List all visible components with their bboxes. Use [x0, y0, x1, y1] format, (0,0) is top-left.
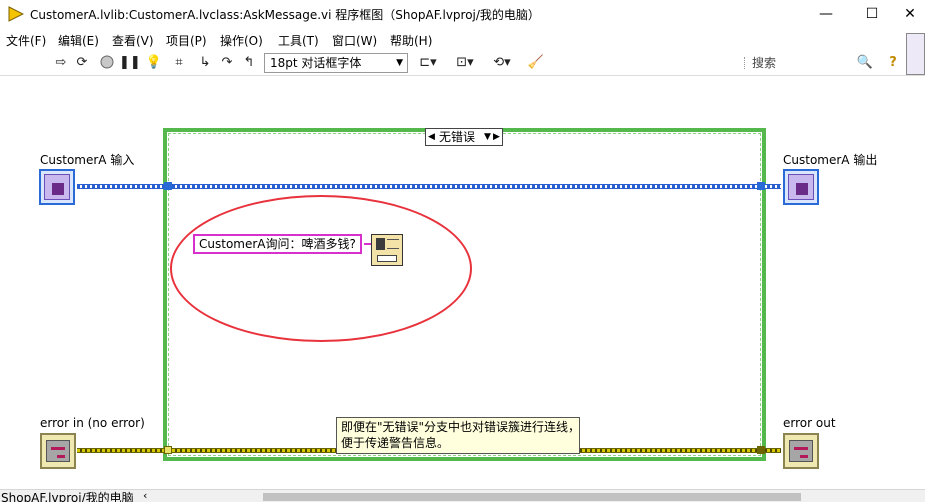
step-out-icon[interactable]: ↰: [240, 54, 258, 72]
labview-app-icon: [8, 6, 24, 22]
case-prev-icon[interactable]: ◀: [427, 129, 436, 145]
font-select-value: 18pt 对话框字体: [270, 56, 362, 70]
block-diagram[interactable]: ◀ 无错误 ▼ ▶ CustomerA 输入 CustomerA 输出 erro…: [0, 77, 925, 489]
close-button[interactable]: ✕: [900, 4, 920, 24]
menu-window[interactable]: 窗口(W): [332, 32, 377, 49]
case-selector-value: 无错误: [439, 130, 476, 144]
project-path: ShopAF.lvproj/我的电脑: [1, 491, 134, 502]
class-wire[interactable]: [77, 184, 781, 189]
chevron-down-icon: ▼: [396, 58, 403, 68]
error-in-terminal[interactable]: [40, 433, 76, 469]
class-input-tunnel[interactable]: [164, 182, 172, 190]
window-title: CustomerA.lvlib:CustomerA.lvclass:AskMes…: [30, 8, 540, 22]
error-out-label: error out: [783, 416, 836, 430]
class-out-label: CustomerA 输出: [783, 153, 878, 167]
reorder-icon[interactable]: ⟲▾: [489, 54, 515, 72]
menu-view[interactable]: 查看(V): [112, 32, 154, 49]
font-select[interactable]: 18pt 对话框字体 ▼: [264, 53, 408, 73]
pause-icon[interactable]: ❚❚: [119, 54, 141, 72]
error-input-tunnel[interactable]: [164, 446, 172, 454]
title-bar: CustomerA.lvlib:CustomerA.lvclass:AskMes…: [0, 0, 925, 28]
highlight-ellipse: [170, 195, 472, 342]
error-out-terminal[interactable]: [783, 433, 819, 469]
run-arrow-icon[interactable]: ⇨: [52, 54, 70, 72]
menu-bar: 文件(F) 编辑(E) 查看(V) 项目(P) 操作(O) 工具(T) 窗口(W…: [0, 28, 925, 50]
clean-up-diagram-icon[interactable]: 🧹: [524, 54, 548, 72]
class-icon: [44, 174, 70, 200]
menu-operate[interactable]: 操作(O): [220, 32, 263, 49]
chevron-down-icon[interactable]: ▼: [484, 129, 491, 145]
class-in-terminal[interactable]: [39, 169, 75, 205]
menu-tools[interactable]: 工具(T): [278, 32, 319, 49]
case-selector[interactable]: ◀ 无错误 ▼ ▶: [425, 128, 503, 146]
scroll-left-icon[interactable]: ‹: [143, 489, 147, 502]
status-bar: ShopAF.lvproj/我的电脑 ‹: [0, 489, 925, 502]
menu-help[interactable]: 帮助(H): [390, 32, 432, 49]
minimize-button[interactable]: —: [816, 4, 836, 24]
error-output-tunnel[interactable]: [757, 446, 765, 454]
step-over-icon[interactable]: ↷: [218, 54, 236, 72]
class-output-tunnel[interactable]: [757, 182, 765, 190]
class-icon: [788, 174, 814, 200]
error-cluster-icon: [789, 440, 813, 462]
abort-icon[interactable]: [98, 54, 116, 72]
menu-edit[interactable]: 编辑(E): [58, 32, 99, 49]
class-in-label: CustomerA 输入: [40, 153, 135, 167]
free-label-comment[interactable]: 即便在"无错误"分支中也对错误簇进行连线， 便于传递警告信息。: [336, 417, 580, 454]
toolbar: ⇨ ⟳ ❚❚ 💡 ⌗ ↳ ↷ ↰ 18pt 对话框字体 ▼ ⊏▾ ⊡▾ ⟲▾ 🧹…: [0, 50, 925, 76]
error-cluster-icon: [46, 440, 70, 462]
retain-wire-values-icon[interactable]: ⌗: [170, 54, 188, 72]
context-help-icon[interactable]: ?: [884, 54, 902, 72]
menu-project[interactable]: 项目(P): [166, 32, 207, 49]
menu-file[interactable]: 文件(F): [6, 32, 46, 49]
run-continuously-icon[interactable]: ⟳: [73, 54, 91, 72]
case-next-icon[interactable]: ▶: [492, 129, 501, 145]
class-out-terminal[interactable]: [783, 169, 819, 205]
maximize-button[interactable]: ☐: [862, 4, 882, 24]
horizontal-scrollbar-thumb[interactable]: [263, 493, 801, 501]
step-into-icon[interactable]: ↳: [196, 54, 214, 72]
highlight-execution-icon[interactable]: 💡: [145, 54, 163, 72]
align-objects-icon[interactable]: ⊏▾: [416, 54, 440, 72]
search-icon[interactable]: 🔍: [856, 54, 874, 72]
error-in-label: error in (no error): [40, 416, 145, 430]
distribute-objects-icon[interactable]: ⊡▾: [452, 54, 478, 72]
search-placeholder: 搜索: [752, 56, 777, 70]
